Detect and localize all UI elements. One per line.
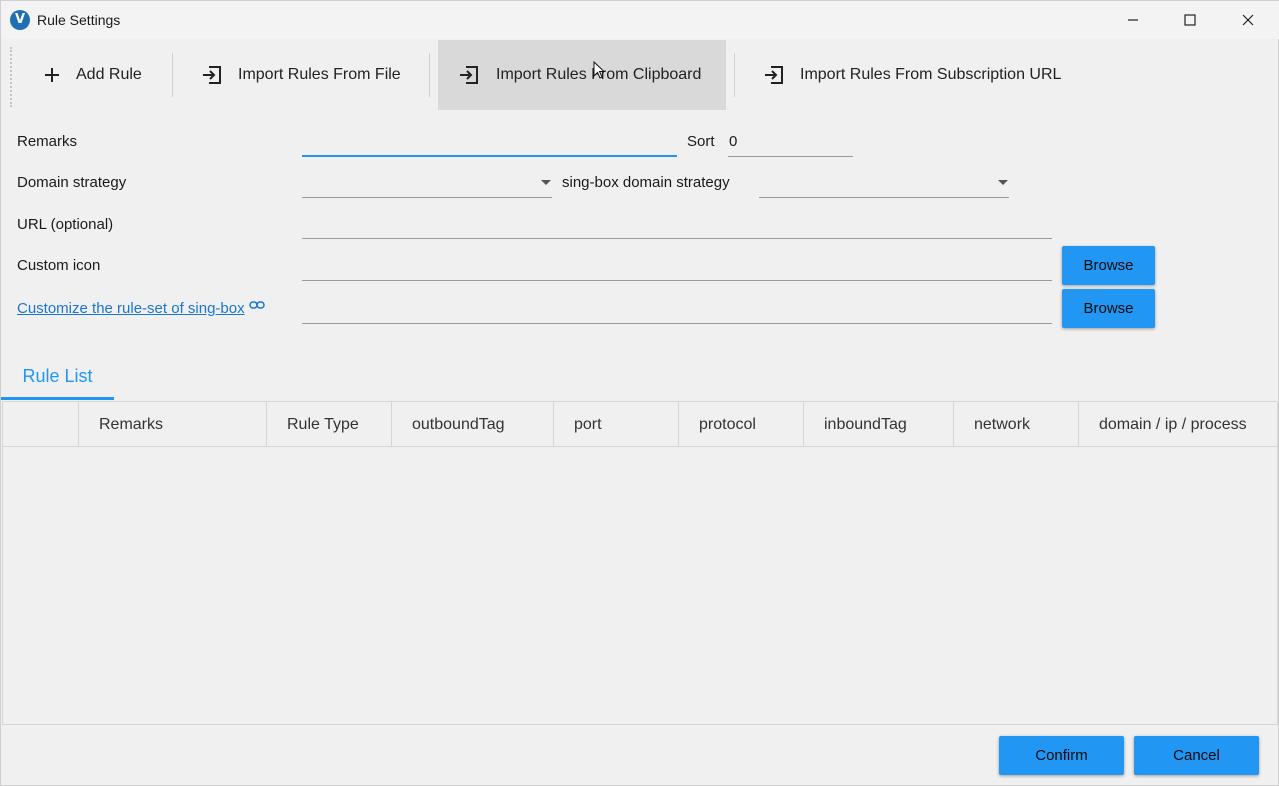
url-input[interactable] — [304, 216, 1049, 238]
window-title: Rule Settings — [37, 12, 121, 28]
column-header-select[interactable] — [3, 402, 78, 447]
import-icon — [460, 66, 478, 84]
table-header: Remarks Rule Type outboundTag port proto… — [3, 402, 1277, 447]
singbox-domain-strategy-select[interactable] — [761, 174, 991, 196]
maximize-icon — [1184, 14, 1196, 26]
import-icon — [765, 66, 783, 84]
close-button[interactable] — [1219, 1, 1277, 39]
column-header-network[interactable]: network — [953, 402, 1078, 447]
column-header-inbound-tag[interactable]: inboundTag — [803, 402, 953, 447]
maximize-button[interactable] — [1161, 1, 1219, 39]
sort-label: Sort — [687, 133, 715, 150]
column-header-protocol[interactable]: protocol — [678, 402, 803, 447]
column-header-port[interactable]: port — [553, 402, 678, 447]
remarks-input-underline — [302, 155, 677, 157]
import-from-clipboard-button[interactable]: Import Rules From Clipboard — [438, 40, 726, 110]
singbox-domain-strategy-label: sing-box domain strategy — [562, 174, 730, 191]
cancel-button[interactable]: Cancel — [1134, 736, 1259, 775]
domain-strategy-label: Domain strategy — [17, 174, 127, 191]
toolbar-separator — [429, 53, 430, 97]
column-header-remarks[interactable]: Remarks — [78, 402, 266, 447]
column-header-domain-ip-process[interactable]: domain / ip / process — [1078, 402, 1277, 447]
ruleset-input-underline — [302, 323, 1052, 324]
rules-table[interactable]: Remarks Rule Type outboundTag port proto… — [2, 401, 1278, 725]
import-from-file-button[interactable]: Import Rules From File — [189, 40, 421, 110]
browse-icon-button[interactable]: Browse — [1062, 246, 1155, 285]
import-icon — [203, 66, 221, 84]
column-header-rule-type[interactable]: Rule Type — [266, 402, 391, 447]
tab-rule-list-indicator — [1, 397, 114, 400]
sort-input[interactable]: 0 — [729, 133, 849, 150]
import-from-subscription-label: Import Rules From Subscription URL — [800, 66, 1062, 83]
toolbar: Add Rule Import Rules From File Import R… — [1, 39, 1279, 111]
confirm-button[interactable]: Confirm — [999, 736, 1124, 775]
mouse-cursor-icon — [593, 61, 605, 79]
title-bar: V Rule Settings — [1, 1, 1279, 39]
toolbar-separator — [172, 53, 173, 97]
add-rule-button[interactable]: Add Rule — [31, 40, 161, 110]
minimize-icon — [1128, 19, 1138, 21]
ruleset-input[interactable] — [304, 300, 1049, 322]
remarks-label: Remarks — [17, 133, 78, 150]
rule-settings-window: V Rule Settings Add Rule Import Rules Fr… — [0, 0, 1279, 786]
plus-icon — [45, 68, 59, 82]
sort-input-underline — [728, 156, 853, 157]
custom-icon-input[interactable] — [304, 257, 1049, 279]
chevron-down-icon[interactable] — [541, 180, 551, 185]
link-icon — [248, 300, 265, 309]
chevron-down-icon[interactable] — [998, 180, 1008, 185]
add-rule-label: Add Rule — [76, 66, 142, 83]
tab-rule-list[interactable]: Rule List — [1, 353, 114, 400]
toolbar-grip[interactable] — [10, 47, 12, 107]
custom-icon-input-underline — [302, 280, 1052, 281]
singbox-domain-strategy-underline — [759, 197, 1009, 198]
app-logo-icon: V — [10, 10, 30, 30]
url-label: URL (optional) — [17, 216, 114, 233]
column-header-outbound-tag[interactable]: outboundTag — [391, 402, 553, 447]
url-input-underline — [302, 238, 1052, 239]
import-from-file-label: Import Rules From File — [238, 66, 401, 83]
minimize-button[interactable] — [1104, 1, 1162, 39]
browse-ruleset-button[interactable]: Browse — [1062, 289, 1155, 328]
custom-icon-label: Custom icon — [17, 257, 101, 274]
toolbar-separator — [734, 53, 735, 97]
domain-strategy-underline — [302, 197, 552, 198]
import-from-subscription-button[interactable]: Import Rules From Subscription URL — [751, 40, 1081, 110]
close-icon — [1242, 14, 1254, 26]
customize-ruleset-link-text: Customize the rule-set of sing-box — [17, 300, 245, 317]
domain-strategy-select[interactable] — [304, 174, 534, 196]
customize-ruleset-link[interactable]: Customize the rule-set of sing-box — [17, 300, 265, 317]
